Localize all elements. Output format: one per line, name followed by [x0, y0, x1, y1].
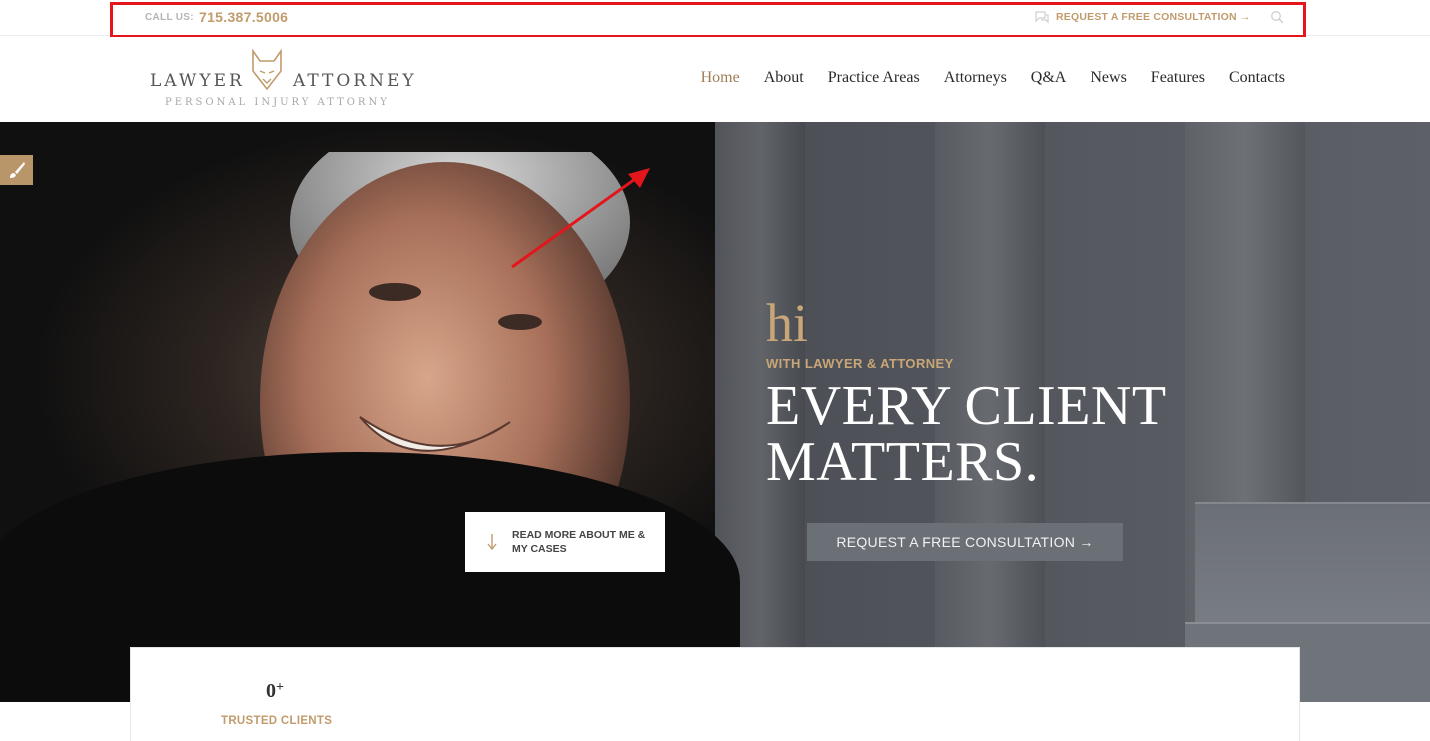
nav-item-attorneys[interactable]: Attorneys	[944, 69, 1007, 87]
site-logo[interactable]: LAWYER ATTORNEY PERSONAL INJURY ATTORNY	[150, 49, 420, 111]
stats-card: 0+ TRUSTED CLIENTS	[130, 647, 1300, 741]
site-header: LAWYER ATTORNEY PERSONAL INJURY ATTORNY …	[0, 37, 1430, 122]
logo-word-right: ATTORNEY	[293, 71, 417, 91]
hero-title: EVERY CLIENT MATTERS.	[766, 375, 1166, 493]
stat-suffix: +	[276, 680, 284, 695]
nav-item-contacts[interactable]: Contacts	[1229, 69, 1285, 87]
nav-item-about[interactable]: About	[764, 69, 804, 87]
nav-item-news[interactable]: News	[1090, 69, 1126, 87]
logo-tagline: PERSONAL INJURY ATTORNY	[165, 97, 390, 108]
read-more-label: READ MORE ABOUT ME & MY CASES	[512, 529, 646, 555]
pedestal-shape	[1195, 502, 1430, 622]
arrow-down-icon	[487, 534, 497, 551]
hero-consultation-button[interactable]: REQUEST A FREE CONSULTATION →	[807, 523, 1123, 561]
stat-value: 0+	[266, 680, 284, 703]
read-more-button[interactable]: READ MORE ABOUT ME & MY CASES	[465, 512, 665, 572]
highlight-box	[110, 2, 1306, 38]
paintbrush-icon	[9, 162, 25, 178]
nav-item-home[interactable]: Home	[701, 69, 740, 87]
hero-greeting: hi	[766, 293, 809, 353]
wolf-logo-icon	[252, 49, 282, 91]
nav-item-practice-areas[interactable]: Practice Areas	[828, 69, 920, 87]
hero-subtitle: WITH LAWYER & ATTORNEY	[766, 356, 954, 371]
logo-word-left: LAWYER	[150, 71, 245, 91]
nav-item-features[interactable]: Features	[1151, 69, 1205, 87]
stat-label: TRUSTED CLIENTS	[221, 715, 333, 727]
nav-item-qa[interactable]: Q&A	[1031, 69, 1067, 87]
style-switcher-button[interactable]	[0, 155, 33, 185]
annotation-arrow-icon	[511, 168, 650, 269]
main-nav: Home About Practice Areas Attorneys Q&A …	[701, 69, 1285, 87]
hero-section: READ MORE ABOUT ME & MY CASES hi WITH LA…	[0, 122, 1430, 702]
stat-number: 0	[266, 680, 276, 702]
